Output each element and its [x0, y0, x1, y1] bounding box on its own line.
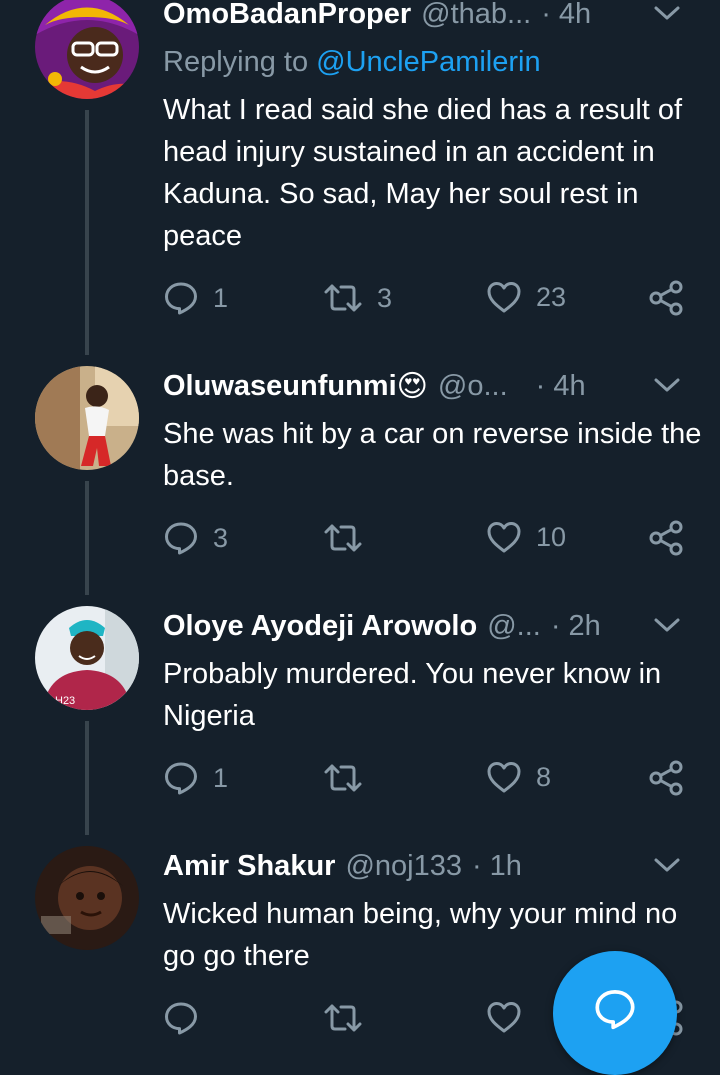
- tweet-actions: 1 8: [163, 760, 693, 800]
- compose-reply-icon: [593, 987, 637, 1036]
- avatar[interactable]: [35, 846, 139, 950]
- reply-count: 1: [213, 762, 229, 793]
- retweet-icon: [323, 280, 363, 316]
- tweet-actions: 3 10: [163, 520, 693, 560]
- reply-icon: [163, 280, 199, 316]
- thread-line: [85, 481, 89, 595]
- like-count: 23: [536, 281, 567, 312]
- user-handle[interactable]: @o...: [438, 370, 508, 403]
- timestamp: 1h: [489, 849, 522, 882]
- avatar[interactable]: H23: [35, 606, 139, 710]
- retweet-icon: [323, 760, 363, 796]
- reply-count: 1: [213, 282, 229, 313]
- retweet-count: 3: [377, 282, 393, 313]
- reply-count: 3: [213, 522, 229, 553]
- retweet-button[interactable]: [323, 520, 377, 556]
- reply-icon: [163, 760, 199, 796]
- avatar[interactable]: [35, 366, 139, 470]
- like-button[interactable]: [486, 1000, 522, 1034]
- avatar[interactable]: [35, 0, 139, 99]
- tweet-text: Probably murdered. You never know in Nig…: [163, 658, 662, 732]
- replying-to: Replying to @UnclePamilerin: [163, 46, 541, 79]
- chevron-down-icon[interactable]: [652, 370, 682, 403]
- tweet-text: She was hit by a car on reverse inside t…: [163, 418, 702, 492]
- chevron-down-icon[interactable]: [652, 610, 682, 643]
- reply-icon: [163, 520, 199, 556]
- tweet-header: Oloye Ayodeji Arowolo @... · 2h: [163, 606, 696, 646]
- like-button[interactable]: 10: [486, 520, 566, 554]
- tweet-actions: 1 3 23: [163, 280, 693, 320]
- reply-button[interactable]: 1: [163, 760, 228, 796]
- display-name[interactable]: OmoBadanProper: [163, 0, 411, 31]
- user-handle[interactable]: @...: [487, 610, 541, 643]
- display-name[interactable]: Oloye Ayodeji Arowolo: [163, 610, 477, 643]
- share-button[interactable]: [648, 760, 684, 796]
- separator-dot: ·: [471, 849, 482, 882]
- like-icon: [486, 760, 522, 794]
- timestamp: 2h: [568, 609, 601, 642]
- share-button[interactable]: [648, 520, 684, 556]
- tweet-header: OmoBadanProper @thab... · 4h: [163, 0, 696, 34]
- reply-icon: [163, 1000, 199, 1036]
- display-name[interactable]: Amir Shakur: [163, 850, 335, 883]
- retweet-button[interactable]: 3: [323, 280, 392, 316]
- display-name[interactable]: Oluwaseunfunmi: [163, 370, 397, 403]
- chevron-down-icon[interactable]: [652, 0, 682, 31]
- tweet-text: What I read said she died has a result o…: [163, 94, 683, 252]
- replying-to-label: Replying to: [163, 46, 309, 78]
- retweet-button[interactable]: [323, 760, 377, 796]
- retweet-button[interactable]: [323, 1000, 363, 1036]
- reply-button[interactable]: [163, 1000, 199, 1036]
- svg-text:H23: H23: [55, 695, 75, 707]
- tweet-header: Oluwaseunfunmi 😍 @o... · 4h: [163, 366, 696, 406]
- share-icon: [648, 760, 684, 796]
- timestamp: 4h: [558, 0, 592, 30]
- like-icon: [486, 1000, 522, 1034]
- tweet-header: Amir Shakur @noj133 · 1h: [163, 846, 696, 886]
- retweet-icon: [323, 520, 363, 556]
- separator-dot: ·: [550, 609, 561, 642]
- mention-link[interactable]: @UnclePamilerin: [316, 46, 540, 78]
- separator-dot: ·: [535, 369, 546, 402]
- like-button[interactable]: 23: [486, 280, 566, 314]
- retweet-icon: [323, 1000, 363, 1036]
- share-button[interactable]: [648, 280, 684, 316]
- thread-line: [85, 721, 89, 835]
- compose-reply-button[interactable]: [553, 951, 677, 1075]
- like-icon: [486, 280, 522, 314]
- timestamp: 4h: [553, 369, 586, 402]
- chevron-down-icon[interactable]: [652, 850, 682, 883]
- like-button[interactable]: 8: [486, 760, 551, 794]
- thread-line: [85, 110, 89, 355]
- heart-eyes-emoji: 😍: [396, 369, 428, 403]
- share-icon: [648, 520, 684, 556]
- like-count: 8: [536, 761, 552, 792]
- like-count: 10: [536, 521, 567, 552]
- reply-button[interactable]: 1: [163, 280, 228, 316]
- share-icon: [648, 280, 684, 316]
- separator-dot: ·: [541, 0, 551, 30]
- like-icon: [486, 520, 522, 554]
- user-handle[interactable]: @thab...: [421, 0, 531, 31]
- user-handle[interactable]: @noj133: [345, 850, 462, 883]
- reply-button[interactable]: 3: [163, 520, 228, 556]
